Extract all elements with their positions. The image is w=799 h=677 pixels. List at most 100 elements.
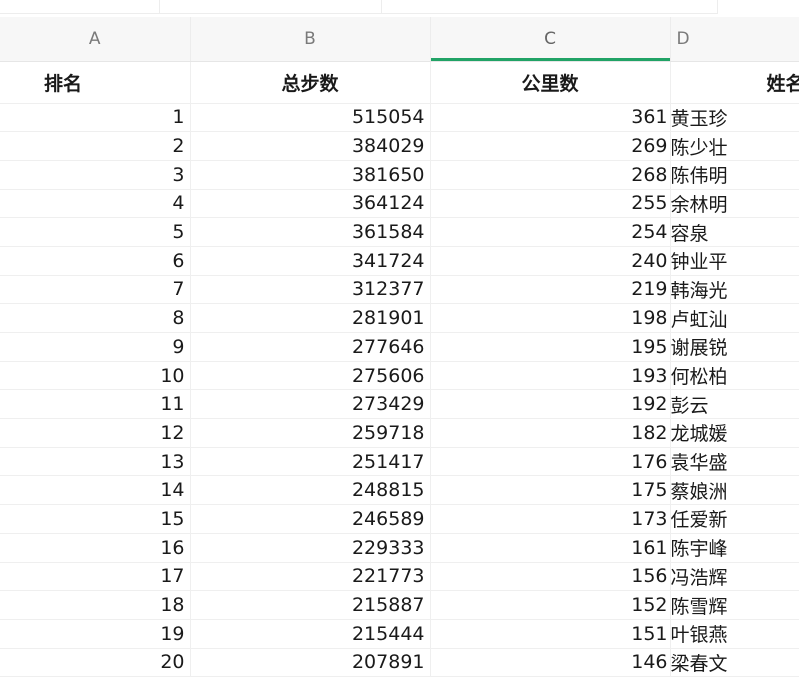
spreadsheet-grid: A B C D 排名 总步数 公里数 姓名 1515054361黄玉珍23840… [0,17,799,677]
cell-rank[interactable]: 3 [0,160,191,190]
cell-km[interactable]: 175 [430,475,671,506]
cell-rank[interactable]: 18 [0,590,191,620]
header-cell-steps[interactable]: 总步数 [190,61,431,104]
cell-km[interactable]: 182 [430,418,671,448]
column-header-b[interactable]: B [190,17,431,62]
cell-rank[interactable]: 11 [0,389,191,420]
cell-name[interactable]: 袁华盛 [670,447,799,477]
formula-bar-segment[interactable] [160,0,382,14]
cell-steps[interactable]: 259718 [190,418,431,448]
table-row: 1 515054 361 黄玉珍 [0,103,799,133]
cell-km[interactable]: 195 [430,332,671,362]
cell-name[interactable]: 韩海光 [670,275,799,305]
cell-name[interactable]: 陈宇峰 [670,533,799,563]
cell-rank[interactable]: 5 [0,217,191,247]
name-box[interactable] [0,0,160,14]
cell-steps[interactable]: 215444 [190,619,431,649]
cell-rank[interactable]: 9 [0,332,191,362]
cell-steps[interactable]: 277646 [190,332,431,362]
data-rows: 1 515054 361 黄玉珍 2 384029 269 陈少壮 3 381650 268 陈伟明 4… [0,103,799,677]
cell-steps[interactable]: 384029 [190,131,431,161]
table-row: 14 248815 175 蔡娘洲 [0,475,799,506]
cell-rank[interactable]: 20 [0,648,191,677]
cell-rank[interactable]: 13 [0,447,191,477]
cell-name[interactable]: 容泉 [670,217,799,247]
cell-steps[interactable]: 221773 [190,562,431,592]
cell-km[interactable]: 173 [430,504,671,534]
cell-steps[interactable]: 312377 [190,275,431,305]
cell-km[interactable]: 254 [430,217,671,247]
cell-name[interactable]: 蔡娘洲 [670,475,799,506]
table-row: 10 275606 193 何松柏 [0,361,799,391]
cell-km[interactable]: 161 [430,533,671,563]
column-header-c[interactable]: C [430,17,671,62]
cell-steps[interactable]: 229333 [190,533,431,563]
column-header-d[interactable]: D [670,17,799,62]
header-cell-name[interactable]: 姓名 [670,61,799,104]
cell-rank[interactable]: 19 [0,619,191,649]
cell-name[interactable]: 龙城媛 [670,418,799,448]
cell-rank[interactable]: 6 [0,246,191,276]
cell-rank[interactable]: 4 [0,189,191,219]
cell-name[interactable]: 陈少壮 [670,131,799,161]
sheet-table: A B C D 排名 总步数 公里数 姓名 1515054361黄玉珍23840… [0,17,799,677]
cell-steps[interactable]: 275606 [190,361,431,391]
cell-km[interactable]: 193 [430,361,671,391]
cell-km[interactable]: 156 [430,562,671,592]
cell-km[interactable]: 255 [430,189,671,219]
cell-steps[interactable]: 273429 [190,389,431,420]
cell-name[interactable]: 叶银燕 [670,619,799,649]
cell-name[interactable]: 黄玉珍 [670,103,799,133]
table-row: 5 361584 254 容泉 [0,217,799,247]
cell-steps[interactable]: 281901 [190,303,431,333]
cell-name[interactable]: 谢展锐 [670,332,799,362]
cell-km[interactable]: 198 [430,303,671,333]
cell-name[interactable]: 陈伟明 [670,160,799,190]
cell-km[interactable]: 146 [430,648,671,677]
cell-km[interactable]: 268 [430,160,671,190]
cell-name[interactable]: 陈雪辉 [670,590,799,620]
cell-rank[interactable]: 10 [0,361,191,391]
table-row: 16 229333 161 陈宇峰 [0,533,799,563]
cell-km[interactable]: 240 [430,246,671,276]
cell-rank[interactable]: 2 [0,131,191,161]
cell-steps[interactable]: 515054 [190,103,431,133]
cell-rank[interactable]: 8 [0,303,191,333]
cell-name[interactable]: 任爱新 [670,504,799,534]
cell-rank[interactable]: 7 [0,275,191,305]
cell-steps[interactable]: 248815 [190,475,431,506]
header-cell-km[interactable]: 公里数 [430,61,671,104]
cell-steps[interactable]: 381650 [190,160,431,190]
cell-steps[interactable]: 246589 [190,504,431,534]
cell-name[interactable]: 冯浩辉 [670,562,799,592]
cell-km[interactable]: 152 [430,590,671,620]
cell-km[interactable]: 361 [430,103,671,133]
cell-rank[interactable]: 1 [0,103,191,133]
cell-km[interactable]: 219 [430,275,671,305]
cell-name[interactable]: 余林明 [670,189,799,219]
cell-km[interactable]: 176 [430,447,671,477]
header-cell-rank[interactable]: 排名 [0,61,191,104]
column-header-a[interactable]: A [0,17,191,62]
cell-steps[interactable]: 341724 [190,246,431,276]
cell-name[interactable]: 卢虹汕 [670,303,799,333]
cell-km[interactable]: 151 [430,619,671,649]
cell-name[interactable]: 钟业平 [670,246,799,276]
cell-km[interactable]: 192 [430,389,671,420]
cell-rank[interactable]: 12 [0,418,191,448]
cell-name[interactable]: 彭云 [670,389,799,420]
cell-rank[interactable]: 17 [0,562,191,592]
cell-km[interactable]: 269 [430,131,671,161]
cell-steps[interactable]: 361584 [190,217,431,247]
cell-steps[interactable]: 207891 [190,648,431,677]
formula-bar-segment[interactable] [382,0,718,14]
cell-steps[interactable]: 215887 [190,590,431,620]
cell-rank[interactable]: 15 [0,504,191,534]
cell-name[interactable]: 何松柏 [670,361,799,391]
table-row: 19 215444 151 叶银燕 [0,619,799,649]
cell-name[interactable]: 梁春文 [670,648,799,677]
cell-steps[interactable]: 364124 [190,189,431,219]
cell-rank[interactable]: 14 [0,475,191,506]
cell-rank[interactable]: 16 [0,533,191,563]
cell-steps[interactable]: 251417 [190,447,431,477]
